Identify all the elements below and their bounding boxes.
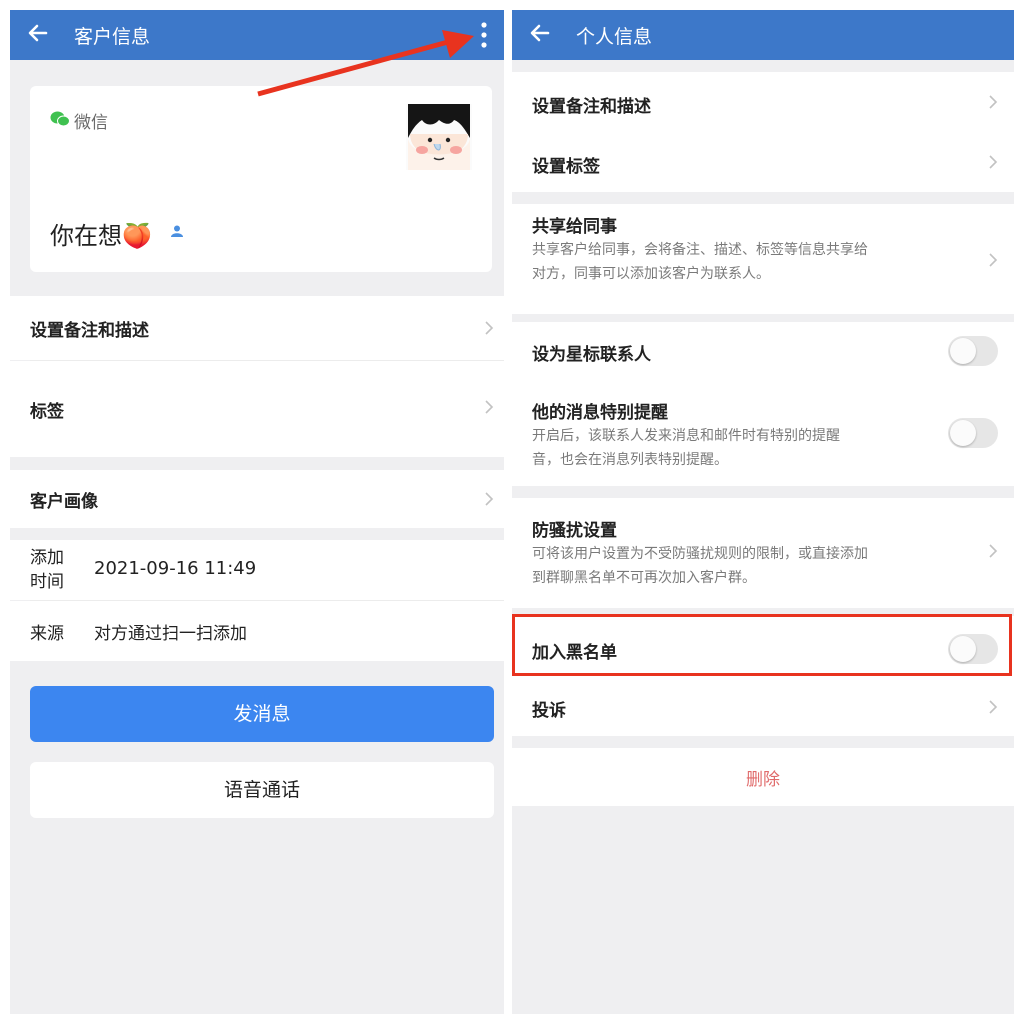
chevron-right-icon xyxy=(989,700,998,714)
channel-label: 微信 xyxy=(74,113,108,133)
menu-item-anti-harassment[interactable]: 防骚扰设置 可将该用户设置为不受防骚扰规则的限制，或直接添加到群聊黑名单不可再次… xyxy=(512,498,1014,608)
menu-item-remark[interactable]: 设置备注和描述 xyxy=(512,72,1014,132)
voice-call-button[interactable]: 语音通话 xyxy=(30,762,494,818)
star-label: 设为星标联系人 xyxy=(532,345,651,365)
special-reminder-title: 他的消息特别提醒 xyxy=(532,403,668,423)
contact-name: 你在想🍑 xyxy=(50,222,152,250)
person-icon xyxy=(171,225,183,237)
setting-star-contact: 设为星标联系人 xyxy=(512,322,1014,378)
menu-item-set-tags[interactable]: 设置标签 xyxy=(512,132,1014,192)
info-added-time: 添加 时间 2021-09-16 11:49 xyxy=(10,540,504,600)
delete-label: 删除 xyxy=(746,770,780,790)
source-label: 来源 xyxy=(30,624,64,644)
setting-special-reminder: 他的消息特别提醒 开启后，该联系人发来消息和邮件时有特别的提醒音，也会在消息列表… xyxy=(512,378,1014,486)
menu-item-label: 客户画像 xyxy=(30,492,98,512)
chevron-right-icon xyxy=(485,492,494,506)
added-time-value: 2021-09-16 11:49 xyxy=(94,558,257,579)
menu-item-share[interactable]: 共享给同事 共享客户给同事，会将备注、描述、标签等信息共享给对方，同事可以添加该… xyxy=(512,204,1014,314)
menu-item-customer-portrait[interactable]: 客户画像 xyxy=(10,470,504,528)
star-toggle[interactable] xyxy=(948,336,998,366)
send-message-button[interactable]: 发消息 xyxy=(30,686,494,742)
back-arrow-icon[interactable] xyxy=(24,19,52,47)
delete-button[interactable]: 删除 xyxy=(512,748,1014,806)
highlight-box xyxy=(512,614,1012,676)
chevron-right-icon xyxy=(989,253,998,267)
avatar[interactable] xyxy=(406,104,472,170)
menu-item-label: 设置备注和描述 xyxy=(30,321,149,341)
menu-item-remark[interactable]: 设置备注和描述 xyxy=(10,296,504,360)
share-description: 共享客户给同事，会将备注、描述、标签等信息共享给对方，同事可以添加该客户为联系人… xyxy=(532,242,868,282)
app-bar: 个人信息 xyxy=(512,10,1014,60)
page-title: 客户信息 xyxy=(74,26,151,48)
menu-item-complain[interactable]: 投诉 xyxy=(512,678,1014,736)
menu-item-tags[interactable]: 标签 xyxy=(10,361,504,457)
personal-info-screen: 个人信息 设置备注和描述 设置标签 共享给同事 共享客户给同事，会将备注、描述、… xyxy=(512,10,1014,1014)
back-arrow-icon[interactable] xyxy=(526,19,554,47)
wechat-icon xyxy=(50,111,70,127)
complain-label: 投诉 xyxy=(532,701,566,721)
chevron-right-icon xyxy=(989,544,998,558)
chevron-right-icon xyxy=(989,95,998,109)
profile-card: 微信 你在想🍑 xyxy=(30,86,492,272)
avatar-illustration xyxy=(406,104,472,170)
customer-info-screen: 客户信息 微信 你在想🍑 设置备注和描述 标签 客户画像 添加 时间 2021-… xyxy=(10,10,504,1014)
added-time-label: 添加 时间 xyxy=(30,548,64,592)
menu-item-label: 设置标签 xyxy=(532,157,600,177)
share-title: 共享给同事 xyxy=(532,217,617,237)
info-source: 来源 对方通过扫一扫添加 xyxy=(10,601,504,661)
anti-harassment-title: 防骚扰设置 xyxy=(532,521,617,541)
page-title: 个人信息 xyxy=(576,26,653,48)
menu-item-label: 标签 xyxy=(30,402,64,422)
menu-item-label: 设置备注和描述 xyxy=(532,97,651,117)
chevron-right-icon xyxy=(989,155,998,169)
special-reminder-description: 开启后，该联系人发来消息和邮件时有特别的提醒音，也会在消息列表特别提醒。 xyxy=(532,428,840,468)
chevron-right-icon xyxy=(485,321,494,335)
anti-harassment-description: 可将该用户设置为不受防骚扰规则的限制，或直接添加到群聊黑名单不可再次加入客户群。 xyxy=(532,546,868,586)
annotation-arrow xyxy=(257,30,474,97)
source-value: 对方通过扫一扫添加 xyxy=(94,624,247,644)
special-reminder-toggle[interactable] xyxy=(948,418,998,448)
chevron-right-icon xyxy=(485,400,494,414)
